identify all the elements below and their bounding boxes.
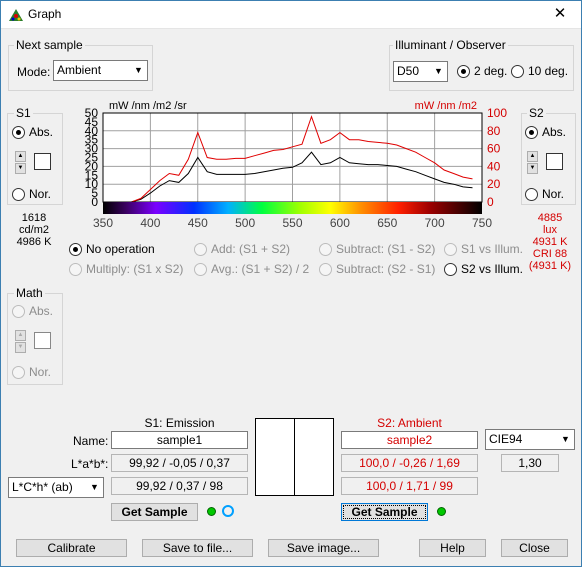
radio-circle bbox=[12, 365, 25, 379]
operation-radio-4[interactable]: Multiply: (S1 x S2) bbox=[69, 262, 183, 276]
y-right-tick-label: 20 bbox=[487, 177, 501, 191]
chevron-down-icon: ▼ bbox=[561, 434, 570, 444]
radio-circle bbox=[444, 262, 457, 276]
operation-label: Subtract: (S2 - S1) bbox=[336, 262, 436, 276]
operation-radio-5[interactable]: Avg.: (S1 + S2) / 2 bbox=[194, 262, 309, 276]
math-color-swatch bbox=[34, 332, 51, 349]
y-axis-right-label: mW /nm /m2 bbox=[415, 100, 477, 112]
math-abs-radio[interactable]: Abs. bbox=[12, 304, 53, 318]
s1-lab-value: 99,92 / -0,05 / 0,37 bbox=[111, 454, 248, 472]
name-label: Name: bbox=[73, 434, 109, 448]
lab-label: L*a*b*: bbox=[71, 457, 109, 471]
radio-circle bbox=[319, 242, 332, 256]
operation-label: Add: (S1 + S2) bbox=[211, 242, 291, 256]
operation-label: Avg.: (S1 + S2) / 2 bbox=[211, 262, 310, 276]
y-right-tick-label: 60 bbox=[487, 142, 501, 156]
operation-label: S1 vs Illum. bbox=[461, 242, 524, 256]
s2-cct-ref: (4931 K) bbox=[528, 260, 572, 272]
x-tick-label: 750 bbox=[472, 216, 492, 230]
graph-window: Graph ✕ Next sample Mode: Ambient ▼ Illum… bbox=[0, 0, 582, 567]
x-tick-label: 450 bbox=[188, 216, 208, 230]
math-color-spinner[interactable]: ▲ ▼ bbox=[15, 330, 26, 354]
radio-circle bbox=[319, 262, 332, 276]
y-axis-left-label: mW /nm /m2 /sr bbox=[109, 100, 187, 112]
swatch-divider bbox=[294, 419, 295, 495]
down-arrow-icon: ▼ bbox=[15, 342, 26, 353]
s2-lab-value: 100,0 / -0,26 / 1,69 bbox=[341, 454, 478, 472]
y-left-tick-label: 50 bbox=[85, 106, 99, 120]
x-tick-label: 350 bbox=[93, 216, 113, 230]
s2-header: S2: Ambient bbox=[377, 416, 442, 430]
help-button[interactable]: Help bbox=[419, 539, 486, 557]
y-right-tick-label: 0 bbox=[487, 195, 494, 209]
lch-mode-value: L*C*h* (ab) bbox=[12, 480, 73, 494]
x-tick-label: 600 bbox=[330, 216, 350, 230]
math-nor-label: Nor. bbox=[29, 365, 52, 379]
radio-circle bbox=[69, 242, 82, 256]
s2-cri: CRI 88 bbox=[532, 248, 568, 260]
chevron-down-icon: ▼ bbox=[90, 482, 99, 492]
operation-label: S2 vs Illum. bbox=[461, 262, 524, 276]
y-right-tick-label: 40 bbox=[487, 159, 501, 173]
s1-status-led bbox=[207, 507, 216, 516]
operation-radio-3[interactable]: S1 vs Illum. bbox=[444, 242, 523, 256]
s2-name-input[interactable]: sample2 bbox=[341, 431, 478, 449]
radio-circle bbox=[444, 242, 457, 256]
operation-label: No operation bbox=[86, 242, 155, 256]
de-formula-value: CIE94 bbox=[489, 432, 523, 446]
x-tick-label: 500 bbox=[235, 216, 255, 230]
s2-get-sample-button[interactable]: Get Sample bbox=[341, 503, 428, 521]
color-comparison-swatch bbox=[255, 418, 334, 496]
calibrate-button[interactable]: Calibrate bbox=[16, 539, 127, 557]
operation-radio-7[interactable]: S2 vs Illum. bbox=[444, 262, 523, 276]
operation-label: Subtract: (S1 - S2) bbox=[336, 242, 436, 256]
x-tick-label: 650 bbox=[377, 216, 397, 230]
visible-spectrum-bar bbox=[103, 202, 482, 214]
x-tick-label: 550 bbox=[282, 216, 302, 230]
save-to-file-button[interactable]: Save to file... bbox=[142, 539, 253, 557]
s2-status-led bbox=[437, 507, 446, 516]
math-title: Math bbox=[14, 286, 45, 300]
math-nor-radio[interactable]: Nor. bbox=[12, 365, 51, 379]
de-formula-select[interactable]: CIE94 ▼ bbox=[485, 429, 575, 450]
s1-header: S1: Emission bbox=[144, 416, 215, 430]
operation-radio-1[interactable]: Add: (S1 + S2) bbox=[194, 242, 290, 256]
s1-lch-value: 99,92 / 0,37 / 98 bbox=[111, 477, 248, 495]
save-image-button[interactable]: Save image... bbox=[268, 539, 379, 557]
operation-radio-2[interactable]: Subtract: (S1 - S2) bbox=[319, 242, 435, 256]
radio-circle bbox=[12, 304, 25, 318]
x-tick-label: 400 bbox=[140, 216, 160, 230]
x-tick-label: 700 bbox=[425, 216, 445, 230]
s1-status-ring bbox=[222, 505, 234, 517]
math-abs-label: Abs. bbox=[29, 304, 54, 318]
radio-circle bbox=[194, 262, 207, 276]
s1-name-input[interactable]: sample1 bbox=[111, 431, 248, 449]
y-right-tick-label: 80 bbox=[487, 124, 501, 138]
operation-radio-0[interactable]: No operation bbox=[69, 242, 155, 256]
radio-circle bbox=[194, 242, 207, 256]
s1-get-sample-button[interactable]: Get Sample bbox=[111, 503, 198, 521]
radio-circle bbox=[69, 262, 82, 276]
operation-label: Multiply: (S1 x S2) bbox=[86, 262, 184, 276]
operation-radio-6[interactable]: Subtract: (S2 - S1) bbox=[319, 262, 435, 276]
delta-e-value: 1,30 bbox=[501, 454, 559, 472]
spectrum-chart: mW /nm /m2 /sr mW /nm /m2 350 400 450 500 55… bbox=[85, 100, 508, 230]
y-right-tick-label: 100 bbox=[487, 106, 507, 120]
s2-lch-value: 100,0 / 1,71 / 99 bbox=[341, 477, 478, 495]
close-button[interactable]: Close bbox=[501, 539, 568, 557]
up-arrow-icon: ▲ bbox=[15, 330, 26, 341]
lch-mode-select[interactable]: L*C*h* (ab) ▼ bbox=[8, 477, 104, 498]
